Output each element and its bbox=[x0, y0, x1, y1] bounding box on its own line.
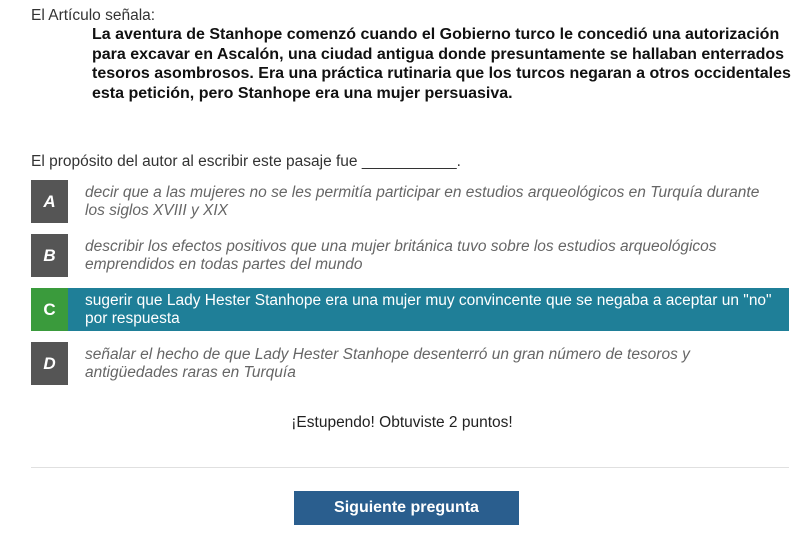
choice-a[interactable]: A decir que a las mujeres no se les perm… bbox=[31, 180, 789, 223]
choice-letter: C bbox=[31, 288, 68, 331]
choice-text: sugerir que Lady Hester Stanhope era una… bbox=[85, 292, 772, 327]
choice-letter: D bbox=[31, 342, 68, 385]
quoted-passage: La aventura de Stanhope comenzó cuando e… bbox=[92, 26, 791, 102]
choice-text: decir que a las mujeres no se les permit… bbox=[85, 184, 760, 219]
choice-letter: B bbox=[31, 234, 68, 277]
choice-letter: A bbox=[31, 180, 68, 223]
choice-d[interactable]: D señalar el hecho de que Lady Hester St… bbox=[31, 342, 789, 385]
feedback-message: ¡Estupendo! Obtuviste 2 puntos! bbox=[291, 414, 513, 431]
choice-text: describir los efectos positivos que una … bbox=[85, 238, 717, 273]
choice-text: señalar el hecho de que Lady Hester Stan… bbox=[85, 346, 690, 381]
next-question-button[interactable]: Siguiente pregunta bbox=[294, 491, 519, 525]
divider bbox=[31, 467, 789, 468]
choice-c[interactable]: C sugerir que Lady Hester Stanhope era u… bbox=[31, 288, 789, 331]
choice-b[interactable]: B describir los efectos positivos que un… bbox=[31, 234, 789, 277]
intro-label: El Artículo señala: bbox=[31, 7, 156, 24]
question-text: El propósito del autor al escribir este … bbox=[31, 153, 461, 170]
